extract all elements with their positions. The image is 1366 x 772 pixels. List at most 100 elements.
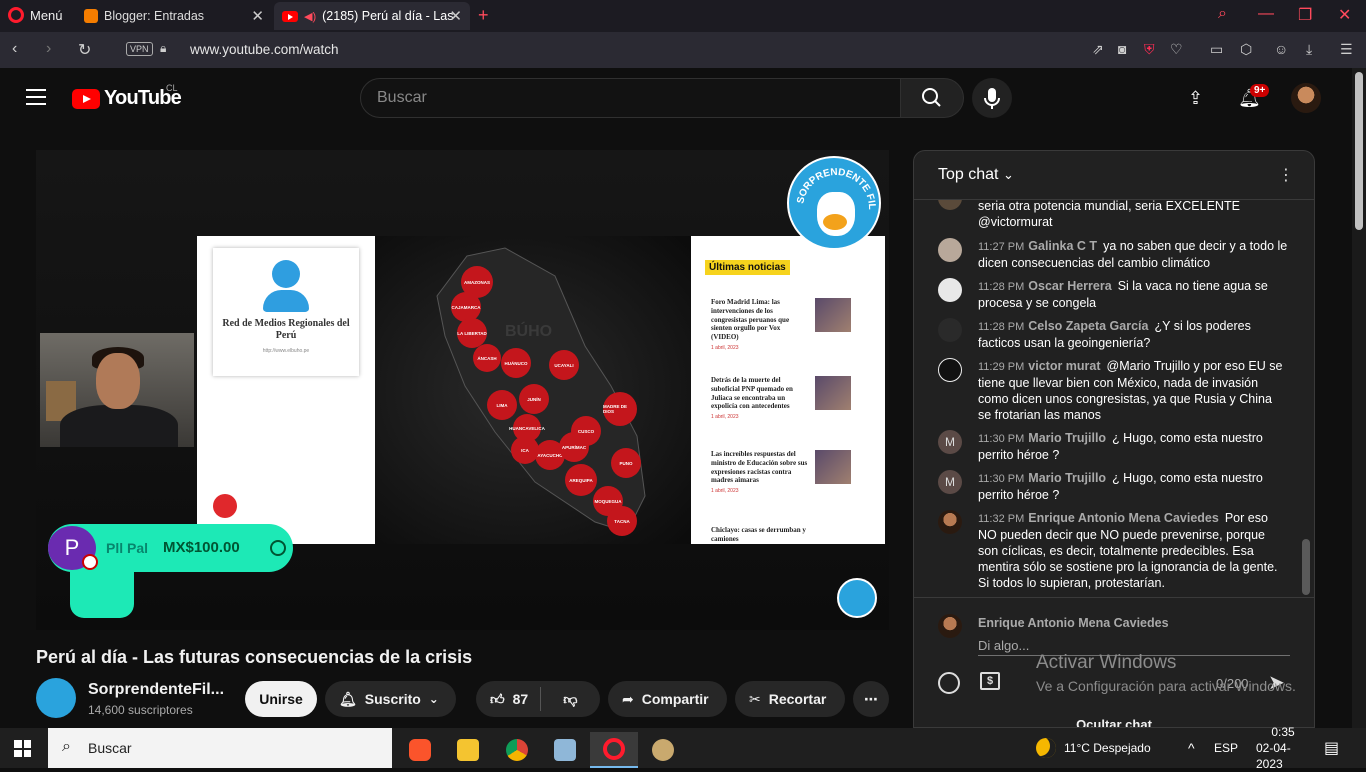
- chat-avatar[interactable]: [938, 200, 962, 210]
- easy-setup-icon[interactable]: ☰: [1340, 41, 1353, 58]
- clip-button[interactable]: ✂ Recortar: [735, 681, 845, 717]
- like-button[interactable]: 👍︎ 87: [476, 687, 542, 711]
- weather-widget[interactable]: 11°C Despejado: [1036, 728, 1151, 768]
- share-button[interactable]: ➦ Compartir: [608, 681, 727, 717]
- hide-chat-button[interactable]: Ocultar chat: [914, 717, 1314, 727]
- tab-youtube[interactable]: ◀) (2185) Perú al día - Las ✕: [274, 2, 470, 30]
- chat-avatar[interactable]: M: [938, 470, 962, 494]
- search-button[interactable]: [900, 78, 964, 118]
- opera-menu-button[interactable]: Menú: [8, 7, 63, 23]
- windows-start-icon[interactable]: [14, 740, 31, 757]
- taskbar-search[interactable]: ⌕ Buscar: [48, 728, 392, 768]
- paint-icon: [652, 739, 674, 761]
- language-indicator[interactable]: ESP: [1214, 728, 1238, 768]
- share-icon[interactable]: ⇗: [1092, 41, 1104, 58]
- chat-messages: seria otra potencia mundial, seria EXCEL…: [914, 200, 1314, 597]
- region-marker: APURÍMAC: [559, 432, 589, 462]
- extensions-icon[interactable]: ⬡: [1240, 41, 1252, 58]
- chat-message: 11:27 PM Galinka C Tya no saben que decir…: [938, 238, 1288, 271]
- chat-avatar[interactable]: [938, 278, 962, 302]
- clock-time: 0:35: [1271, 725, 1295, 739]
- message-author[interactable]: Galinka C T: [1028, 239, 1097, 253]
- file-explorer-app[interactable]: [444, 732, 492, 768]
- chrome-icon: [506, 739, 528, 761]
- thumbs-down-icon[interactable]: 👎︎: [549, 691, 577, 708]
- paint-app[interactable]: [639, 732, 687, 768]
- notepad-app[interactable]: [541, 732, 589, 768]
- new-tab-button[interactable]: +: [478, 5, 489, 26]
- clock[interactable]: 0:35 02-04-2023: [1256, 725, 1310, 771]
- chrome-app[interactable]: [493, 732, 541, 768]
- chat-mode-dropdown[interactable]: Top chat ⌄: [938, 166, 1014, 184]
- tab-blogger[interactable]: Blogger: Entradas ✕: [76, 2, 272, 30]
- news-item: Detrás de la muerte del suboficial PNP q…: [711, 376, 875, 420]
- emoji-icon[interactable]: [938, 672, 960, 694]
- current-user-name: Enrique Antonio Mena Caviedes: [978, 616, 1169, 630]
- reload-icon[interactable]: ↻: [78, 40, 91, 60]
- news-title: Las increíbles respuestas del ministro d…: [711, 450, 808, 485]
- channel-avatar[interactable]: [36, 678, 76, 718]
- message-author[interactable]: victor murat: [1028, 359, 1100, 373]
- chat-mode-label: Top chat: [938, 166, 999, 183]
- close-tab-icon[interactable]: ✕: [251, 7, 264, 25]
- back-icon[interactable]: ‹: [12, 40, 17, 58]
- voice-search-button[interactable]: [972, 78, 1012, 118]
- youtube-play-icon: [72, 88, 100, 109]
- chat-avatar[interactable]: M: [938, 430, 962, 454]
- adblock-shield-icon[interactable]: ⛨: [1144, 41, 1155, 58]
- opera-taskbar-icon: [603, 738, 625, 760]
- super-chat-dollar-icon[interactable]: $: [980, 672, 1000, 690]
- wallet-icon[interactable]: ▭: [1210, 41, 1223, 58]
- webcam-feed: [40, 333, 194, 447]
- message-author[interactable]: Celso Zapeta García: [1028, 319, 1148, 333]
- minimize-icon[interactable]: —: [1258, 5, 1274, 23]
- video-player[interactable]: Red de Medios Regionales del Perú http:/…: [36, 150, 889, 630]
- maximize-icon[interactable]: ❐: [1298, 5, 1312, 25]
- opera-app[interactable]: [590, 732, 638, 768]
- more-actions-button[interactable]: ⋯: [853, 681, 889, 717]
- account-avatar[interactable]: [1291, 83, 1321, 113]
- search-input[interactable]: [361, 79, 900, 117]
- guide-menu-icon[interactable]: [26, 89, 46, 105]
- chat-avatar[interactable]: [938, 510, 962, 534]
- chat-avatar[interactable]: [938, 358, 962, 382]
- profile-icon[interactable]: ☺: [1274, 41, 1288, 57]
- chat-avatar[interactable]: [938, 238, 962, 262]
- channel-watermark-logo[interactable]: [837, 578, 877, 618]
- message-author[interactable]: Mario Trujillo: [1028, 471, 1106, 485]
- news-date: 1 abril, 2023: [711, 344, 739, 351]
- chat-more-icon[interactable]: ⋮: [1278, 165, 1294, 185]
- close-tab-icon[interactable]: ✕: [449, 7, 462, 25]
- scissors-icon: ✂: [749, 690, 761, 707]
- chat-message: 11:28 PM Celso Zapeta García ¿Y si los pod…: [938, 318, 1288, 351]
- vpn-badge[interactable]: VPN: [126, 42, 153, 56]
- url-field[interactable]: www.youtube.com/watch: [190, 42, 339, 57]
- download-icon[interactable]: ⤓: [1306, 41, 1312, 58]
- message-author[interactable]: Enrique Antonio Mena Caviedes: [1028, 511, 1219, 525]
- heart-icon[interactable]: ♡: [1170, 41, 1183, 58]
- page-scrollbar[interactable]: [1352, 68, 1366, 728]
- chat-message: M 11:30 PM Mario Trujillo ¿ Hugo, como est…: [938, 470, 1288, 503]
- chat-message: 11:32 PM Enrique Antonio Mena Caviedes Por…: [938, 510, 1288, 591]
- message-author[interactable]: Mario Trujillo: [1028, 431, 1106, 445]
- youtube-logo[interactable]: YouTube: [72, 87, 182, 110]
- news-item: Las increíbles respuestas del ministro d…: [711, 450, 875, 494]
- message-author[interactable]: Oscar Herrera: [1028, 279, 1111, 293]
- lock-icon[interactable]: 🔒︎: [160, 41, 166, 56]
- speaker-icon[interactable]: ◀): [304, 10, 316, 23]
- join-button[interactable]: Unirse: [245, 681, 317, 717]
- chat-scrollbar[interactable]: [1302, 539, 1310, 595]
- show-hidden-icons[interactable]: ^: [1188, 728, 1195, 768]
- close-window-icon[interactable]: ✕: [1338, 5, 1351, 25]
- notification-center-icon[interactable]: ▤: [1324, 728, 1339, 768]
- search-tabs-icon[interactable]: ⌕: [1218, 5, 1227, 23]
- channel-name[interactable]: SorprendenteFil...: [88, 681, 224, 699]
- subscribed-button[interactable]: 🔔︎ Suscrito ⌄: [325, 681, 456, 717]
- news-title: Chiclayo: casas se derrumban y camiones: [711, 526, 806, 543]
- subscribed-label: Suscrito: [364, 691, 421, 707]
- create-upload-icon[interactable]: ⇪: [1188, 88, 1203, 109]
- brave-app[interactable]: [396, 732, 444, 768]
- forward-icon[interactable]: ›: [46, 40, 51, 58]
- camera-icon[interactable]: ◙: [1118, 41, 1126, 57]
- chat-avatar[interactable]: [938, 318, 962, 342]
